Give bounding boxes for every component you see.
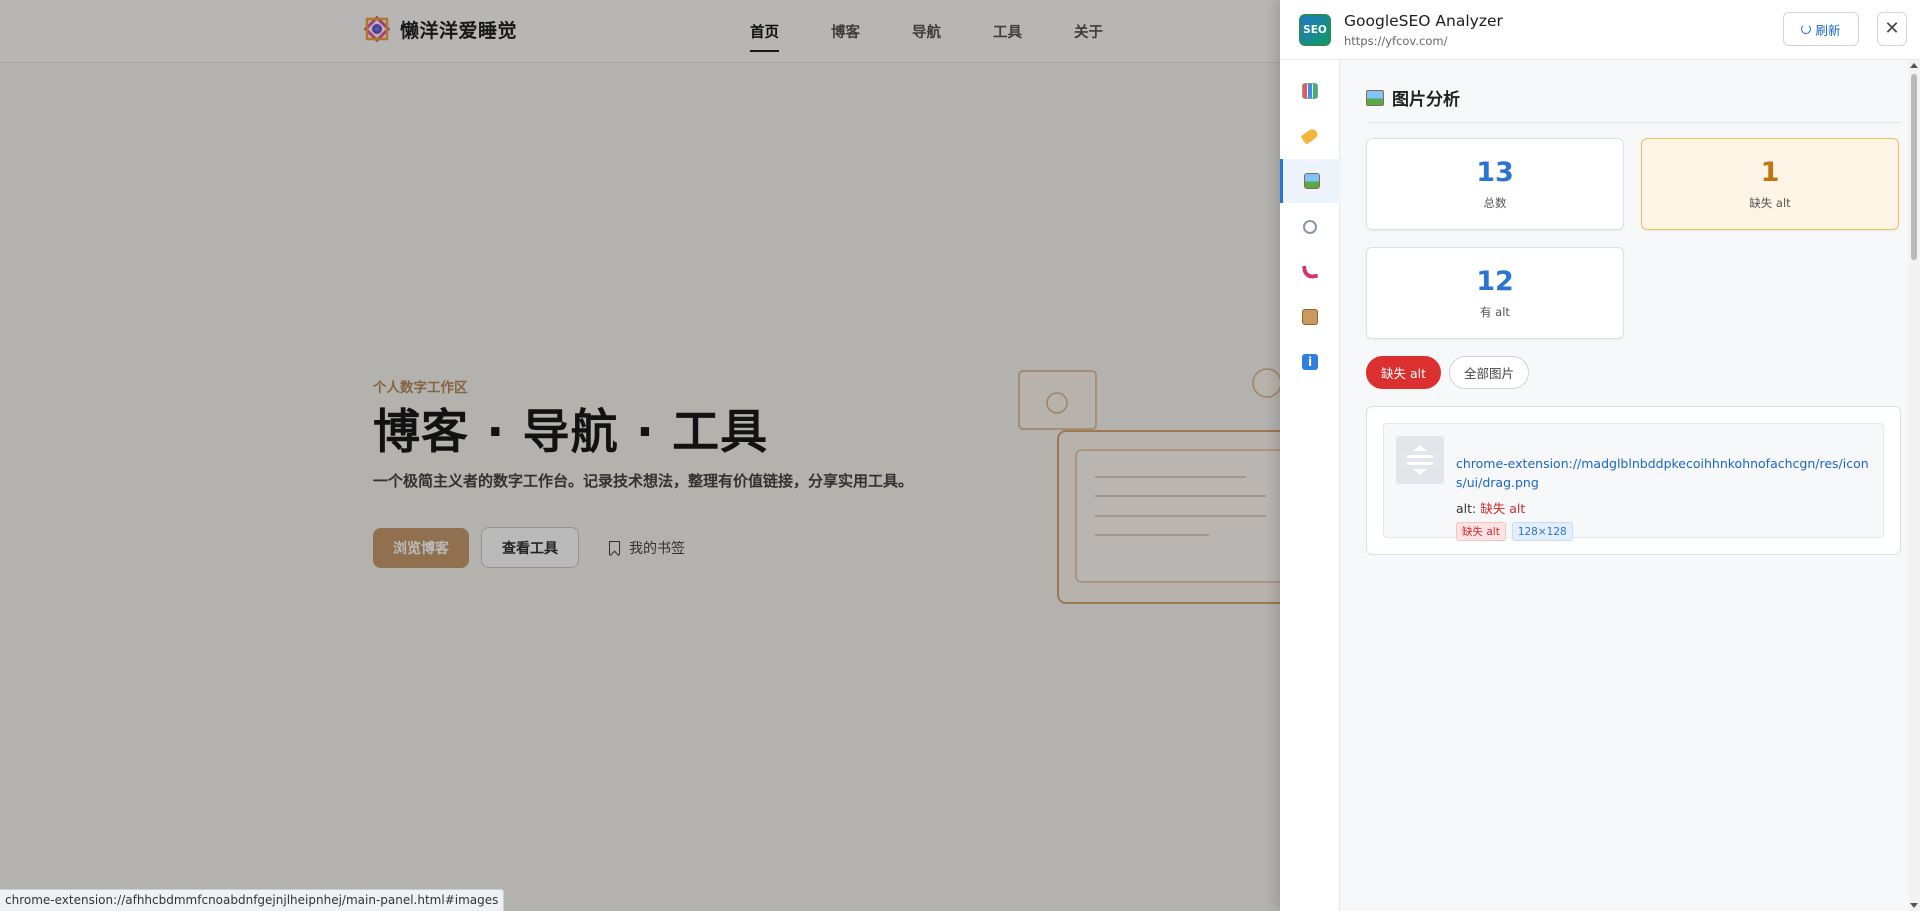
alt-missing-value: 缺失 alt <box>1480 501 1526 516</box>
seo-analyzer-panel: SEO GoogleSEO Analyzer https://yfcov.com… <box>1280 0 1920 911</box>
seo-logo-icon: SEO <box>1299 14 1331 46</box>
drag-handle-icon <box>1396 436 1444 484</box>
stat-has-alt: 12 有 alt <box>1366 247 1624 339</box>
side-nav-tags[interactable] <box>1280 114 1340 158</box>
badge-missing-alt: 缺失 alt <box>1456 522 1506 541</box>
phone-icon <box>1301 263 1319 281</box>
panel-content: 图片分析 13 总数 1 缺失 alt 12 有 alt 缺失 alt 全部图片 <box>1366 60 1901 555</box>
refresh-label: 刷新 <box>1815 22 1841 38</box>
stat-missing-alt-value: 1 <box>1760 157 1780 188</box>
stat-missing-alt-label: 缺失 alt <box>1749 196 1791 210</box>
section-title-text: 图片分析 <box>1392 90 1460 110</box>
image-list: chrome-extension://madglblnbddpkecoihhnk… <box>1366 406 1901 555</box>
stat-total-label: 总数 <box>1483 196 1507 210</box>
section-title: 图片分析 <box>1366 85 1901 123</box>
close-button[interactable]: ✕ <box>1877 12 1907 46</box>
stat-total: 13 总数 <box>1366 138 1624 230</box>
side-nav-links[interactable] <box>1280 205 1340 249</box>
link-icon <box>1303 220 1317 234</box>
side-nav-contact[interactable] <box>1280 250 1340 294</box>
side-nav-resources[interactable] <box>1280 295 1340 339</box>
image-alt-info: alt: 缺失 alt <box>1456 498 1525 517</box>
stat-total-value: 13 <box>1476 157 1514 188</box>
info-icon: i <box>1302 354 1318 370</box>
stat-has-alt-label: 有 alt <box>1480 305 1510 319</box>
stat-has-alt-value: 12 <box>1476 266 1514 297</box>
stat-missing-alt: 1 缺失 alt <box>1641 138 1899 230</box>
chart-icon <box>1302 83 1318 99</box>
image-icon <box>1303 173 1320 189</box>
panel-side-nav: i <box>1280 60 1340 911</box>
refresh-icon <box>1801 24 1812 34</box>
alt-prefix: alt: <box>1456 501 1477 516</box>
tag-icon <box>1300 127 1320 145</box>
analyzed-url: https://yfcov.com/ <box>1344 34 1448 48</box>
image-filters: 缺失 alt 全部图片 <box>1366 356 1901 389</box>
side-nav-overview[interactable] <box>1280 69 1340 113</box>
image-stats: 13 总数 1 缺失 alt 12 有 alt <box>1366 138 1901 339</box>
package-icon <box>1302 309 1318 325</box>
scroll-down-icon[interactable] <box>1910 903 1918 908</box>
side-nav-info[interactable]: i <box>1280 340 1340 384</box>
image-icon <box>1366 89 1384 106</box>
scroll-thumb[interactable] <box>1911 74 1917 260</box>
side-nav-images[interactable] <box>1280 159 1340 203</box>
image-badges: 缺失 alt 128×128 <box>1456 522 1573 541</box>
filter-missing-alt[interactable]: 缺失 alt <box>1366 356 1442 389</box>
panel-scrollbar[interactable] <box>1908 60 1920 911</box>
panel-title: GoogleSEO Analyzer <box>1344 12 1503 30</box>
refresh-button[interactable]: 刷新 <box>1783 12 1859 46</box>
scroll-up-icon[interactable] <box>1910 63 1918 68</box>
image-src-link[interactable]: chrome-extension://madglblnbddpkecoihhnk… <box>1456 454 1876 492</box>
badge-dimensions: 128×128 <box>1511 522 1573 541</box>
browser-status-bar: chrome-extension://afhhcbdmmfcnoabdnfgej… <box>0 889 505 911</box>
panel-header: SEO GoogleSEO Analyzer https://yfcov.com… <box>1280 0 1920 60</box>
filter-all-images[interactable]: 全部图片 <box>1449 356 1530 389</box>
list-item[interactable]: chrome-extension://madglblnbddpkecoihhnk… <box>1383 423 1884 541</box>
